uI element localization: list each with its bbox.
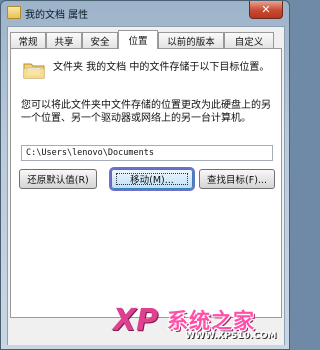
- tab-previous-versions[interactable]: 以前的版本: [158, 32, 224, 48]
- move-instructions: 您可以将此文件夹中文件存储的位置更改为此硬盘上的另一个位置、另一个驱动器或网络上…: [21, 100, 271, 124]
- tab-general[interactable]: 常规: [10, 32, 46, 48]
- close-button[interactable]: ✕: [249, 1, 283, 19]
- move-button[interactable]: 移动(M)...: [111, 169, 193, 189]
- documents-folder-icon: [23, 63, 45, 79]
- tab-strip: 常规 共享 安全 位置 以前的版本 自定义: [10, 30, 284, 49]
- title-bar[interactable]: 我的文档 属性 ✕: [1, 1, 289, 25]
- folder-icon: [7, 6, 21, 19]
- tab-security[interactable]: 安全: [82, 32, 118, 48]
- watermark-logo: XP: [113, 303, 159, 338]
- tab-customize[interactable]: 自定义: [224, 32, 274, 48]
- find-target-button[interactable]: 查找目标(F)...: [199, 169, 275, 189]
- location-description: 文件夹 我的文档 中的文件存储于以下目标位置。: [53, 62, 270, 73]
- restore-default-button[interactable]: 还原默认值(R): [19, 169, 97, 189]
- site-watermark: XP 系统之家 WWW.XP510.COM: [113, 301, 289, 349]
- location-panel: 文件夹 我的文档 中的文件存储于以下目标位置。 您可以将此文件夹中文件存储的位置…: [10, 48, 282, 318]
- tab-location[interactable]: 位置: [118, 30, 158, 49]
- properties-window: 我的文档 属性 ✕ 常规 共享 安全 位置 以前的版本 自定义 文件夹 我的文档…: [0, 0, 290, 350]
- watermark-url: WWW.XP510.COM: [185, 331, 277, 341]
- focus-indicator: [116, 173, 188, 185]
- target-path-input[interactable]: C:\Users\lenovo\Documents: [21, 145, 273, 161]
- dialog-client: 常规 共享 安全 位置 以前的版本 自定义 文件夹 我的文档 中的文件存储于以下…: [7, 26, 285, 345]
- tab-sharing[interactable]: 共享: [46, 32, 82, 48]
- window-title: 我的文档 属性: [25, 10, 89, 21]
